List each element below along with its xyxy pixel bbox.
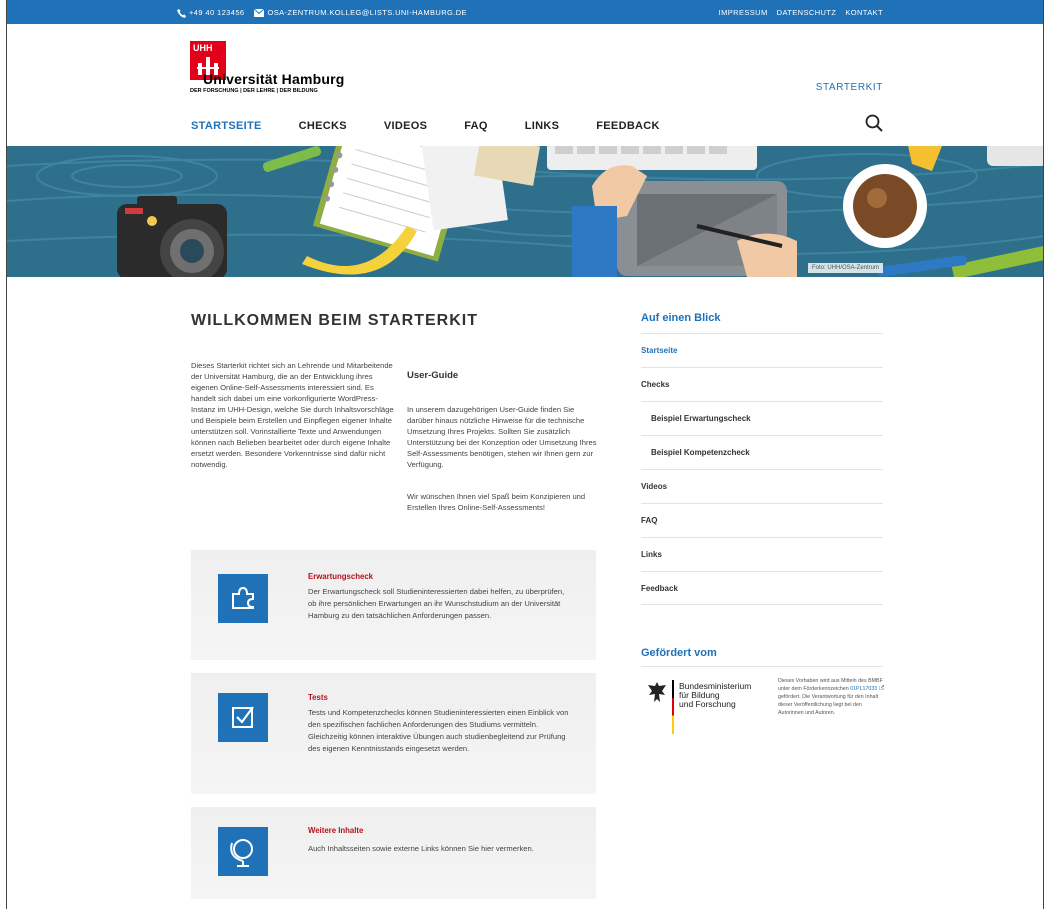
- site-header: UHH Universität Hamburg DER FORSCHUNG | …: [7, 24, 1043, 146]
- user-guide-heading: User-Guide: [407, 370, 459, 381]
- card-tests[interactable]: Tests Tests und Kompetenzchecks können S…: [191, 673, 596, 794]
- card-text: Tests und Kompetenzchecks können Studien…: [308, 708, 569, 753]
- card-text: Der Erwartungscheck soll Studieninteress…: [308, 587, 565, 620]
- funding-note-end: gefördert. Die Verantwortung für den Inh…: [778, 694, 879, 716]
- hero-banner: Foto: UHH/OSA-Zentrum: [7, 146, 1043, 277]
- checkbox-icon: [232, 706, 254, 728]
- section-label[interactable]: STARTERKIT: [816, 82, 883, 93]
- page: +49 40 123456 OSA-ZENTRUM.KOLLEG@LISTS.U…: [6, 0, 1044, 909]
- card-title[interactable]: Tests: [308, 693, 328, 702]
- impressum-link[interactable]: IMPRESSUM: [719, 8, 768, 17]
- card-title[interactable]: Erwartungscheck: [308, 572, 373, 581]
- user-guide-text: In unserem dazugehörigen User-Guide find…: [407, 405, 597, 469]
- card-erwartungscheck[interactable]: Erwartungscheck Der Erwartungscheck soll…: [191, 550, 596, 660]
- page-title: WILLKOMMEN BEIM STARTERKIT: [191, 312, 479, 329]
- funding-code-link[interactable]: 01PL17033: [850, 686, 877, 692]
- sidebar-item-startseite[interactable]: Startseite: [641, 333, 883, 367]
- funding-note: Dieses Vorhaben wird aus Mitteln des BMB…: [778, 677, 888, 717]
- external-link-icon: [878, 684, 885, 691]
- nav-startseite[interactable]: STARTSEITE: [191, 120, 262, 132]
- photo-credit: Foto: UHH/OSA-Zentrum: [807, 263, 883, 273]
- university-name: Universität Hamburg: [203, 71, 345, 87]
- sidebar-item-links[interactable]: Links: [641, 537, 883, 571]
- card-weitere-inhalte[interactable]: Weitere Inhalte Auch Inhaltsseiten sowie…: [191, 807, 596, 899]
- nav-checks[interactable]: CHECKS: [299, 120, 347, 132]
- contact-email[interactable]: OSA-ZENTRUM.KOLLEG@LISTS.UNI-HAMBURG.DE: [254, 8, 467, 18]
- sidebar-item-faq[interactable]: FAQ: [641, 503, 883, 537]
- flag-bar: [672, 680, 674, 734]
- user-guide-closing: Wir wünschen Ihnen viel Spaß beim Konzip…: [407, 492, 586, 512]
- card-icon-tile: [218, 574, 268, 623]
- sidebar-item-beispiel-erwartungscheck[interactable]: Beispiel Erwartungscheck: [641, 401, 883, 435]
- main-nav: STARTSEITE CHECKS VIDEOS FAQ LINKS FEEDB…: [191, 120, 660, 132]
- logo-mark-text: UHH: [193, 43, 213, 53]
- puzzle-icon: [232, 586, 254, 609]
- search-icon[interactable]: [865, 114, 883, 132]
- globe-icon: [230, 839, 253, 867]
- card-text: Auch Inhaltsseiten sowie externe Links k…: [308, 844, 534, 853]
- university-tagline: DER FORSCHUNG | DER LEHRE | DER BILDUNG: [190, 88, 318, 94]
- divider: [641, 666, 883, 667]
- sidebar-item-beispiel-kompetenzcheck[interactable]: Beispiel Kompetenzcheck: [641, 435, 883, 469]
- ministry-name-line: und Forschung: [679, 699, 736, 709]
- funded-by-heading: Gefördert vom: [641, 647, 717, 659]
- card-icon-tile: [218, 693, 268, 742]
- sidebar-item-videos[interactable]: Videos: [641, 469, 883, 503]
- phone-icon: [177, 8, 186, 18]
- sidebar-nav: Startseite Checks Beispiel Erwartungsche…: [641, 333, 883, 605]
- top-bar: +49 40 123456 OSA-ZENTRUM.KOLLEG@LISTS.U…: [7, 0, 1043, 24]
- card-title[interactable]: Weitere Inhalte: [308, 826, 363, 835]
- ministry-name: Bundesministerium für Bildung und Forsch…: [679, 682, 751, 709]
- desk-illustration: [7, 146, 1043, 277]
- nav-feedback[interactable]: FEEDBACK: [596, 120, 660, 132]
- kontakt-link[interactable]: KONTAKT: [845, 8, 883, 17]
- nav-links[interactable]: LINKS: [525, 120, 560, 132]
- intro-text: Dieses Starterkit richtet sich an Lehren…: [191, 361, 394, 469]
- nav-faq[interactable]: FAQ: [464, 120, 488, 132]
- nav-videos[interactable]: VIDEOS: [384, 120, 427, 132]
- mail-icon: [254, 9, 265, 18]
- contact-phone[interactable]: +49 40 123456: [177, 8, 244, 18]
- sidebar-item-feedback[interactable]: Feedback: [641, 571, 883, 605]
- sidebar-item-checks[interactable]: Checks: [641, 367, 883, 401]
- datenschutz-link[interactable]: DATENSCHUTZ: [777, 8, 837, 17]
- sidebar-title: Auf einen Blick: [641, 312, 721, 324]
- card-icon-tile: [218, 827, 268, 876]
- eagle-icon: [648, 682, 666, 702]
